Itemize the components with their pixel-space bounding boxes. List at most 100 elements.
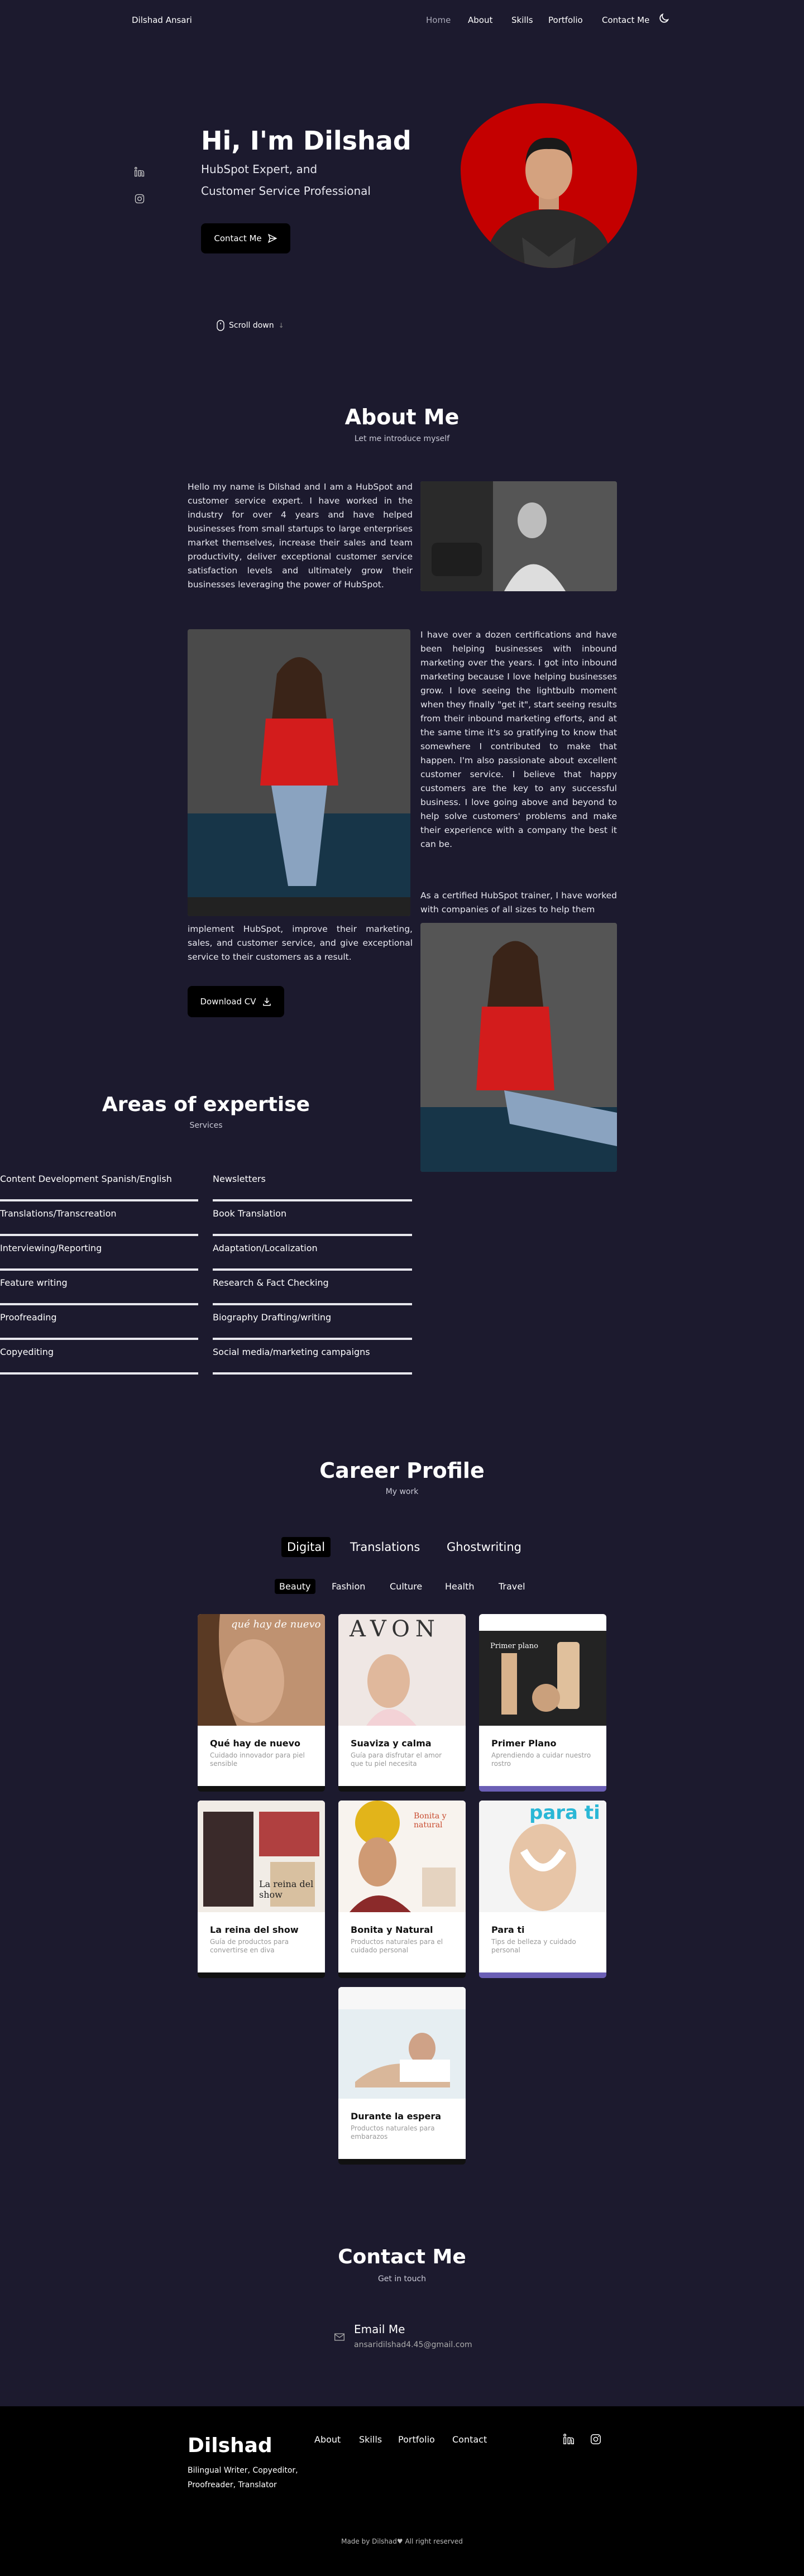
portfolio-card[interactable]: AVON Suaviza y calma Guía para disfrutar…	[338, 1614, 466, 1792]
subtab-beauty[interactable]: Beauty	[275, 1579, 315, 1594]
download-cv-button[interactable]: Download CV	[188, 986, 284, 1017]
email-label: Email Me	[354, 2323, 405, 2336]
card-image: La reina del show	[198, 1801, 325, 1912]
mail-icon	[334, 2333, 344, 2341]
expertise-title: Areas of expertise	[102, 1093, 310, 1116]
skill-item: Interviewing/Reporting	[0, 1236, 198, 1271]
card-image-text: para ti	[529, 1802, 600, 1824]
card-image	[338, 1987, 466, 2099]
hero-subtitle-1: HubSpot Expert, and	[201, 162, 318, 176]
about-photo-woman-seated	[420, 923, 617, 1172]
send-icon	[267, 233, 277, 243]
scroll-down[interactable]: Scroll down ↓	[217, 320, 284, 331]
portfolio-card[interactable]: qué hay de nuevo Qué hay de nuevo Cuidad…	[198, 1614, 325, 1792]
instagram-icon[interactable]	[134, 193, 145, 204]
portfolio-card[interactable]: La reina del show La reina del show Guía…	[198, 1801, 325, 1978]
skill-item: Content Development Spanish/English	[0, 1167, 198, 1201]
about-subtitle: Let me introduce myself	[354, 434, 450, 443]
portfolio-card[interactable]: para ti Para ti Tips de belleza y cuidad…	[479, 1801, 606, 1978]
linkedin-icon[interactable]	[134, 166, 145, 178]
card-image-text: AVON	[350, 1616, 441, 1642]
footer-link-skills[interactable]: Skills	[359, 2434, 382, 2445]
skill-item: Copyediting	[0, 1340, 198, 1375]
nav-home[interactable]: Home	[426, 15, 451, 25]
skill-item: Newsletters	[213, 1167, 412, 1201]
hero-subtitle-2: Customer Service Professional	[201, 184, 371, 198]
card-image-text: Primer plano	[490, 1642, 538, 1650]
card-title: Primer Plano	[491, 1738, 557, 1749]
card-image: Bonita y natural	[338, 1801, 466, 1912]
footer-tagline-2: Proofreader, Translator	[188, 2481, 277, 2489]
card-description: Productos naturales para el cuidado pers…	[351, 1938, 443, 1954]
footer-tagline-1: Bilingual Writer, Copyeditor,	[188, 2466, 298, 2475]
card-description: Aprendiendo a cuidar nuestro rostro	[491, 1751, 591, 1768]
expertise-subtitle: Services	[189, 1121, 223, 1130]
skill-item: Adaptation/Localization	[213, 1236, 412, 1271]
scroll-down-label: Scroll down	[229, 321, 274, 330]
portfolio-card[interactable]: Primer plano Primer Plano Aprendiendo a …	[479, 1614, 606, 1792]
career-subtitle: My work	[385, 1487, 419, 1496]
arrow-down-icon: ↓	[278, 322, 284, 329]
footer-instagram-icon[interactable]	[590, 2433, 602, 2445]
download-cv-label: Download CV	[200, 997, 256, 1007]
tab-digital[interactable]: Digital	[281, 1537, 331, 1557]
card-image: Primer plano	[479, 1614, 606, 1726]
skill-item: Biography Drafting/writing	[213, 1305, 412, 1340]
nav-skills[interactable]: Skills	[511, 15, 533, 25]
card-image: AVON	[338, 1614, 466, 1726]
skill-item: Proofreading	[0, 1305, 198, 1340]
nav-about[interactable]: About	[468, 15, 492, 25]
contact-title: Contact Me	[338, 2245, 466, 2268]
skill-item: Research & Fact Checking	[213, 1271, 412, 1305]
tab-translations[interactable]: Translations	[344, 1537, 425, 1557]
card-image-text: La reina del show	[259, 1879, 314, 1900]
card-title: Qué hay de nuevo	[210, 1738, 301, 1749]
about-title: About Me	[344, 405, 460, 429]
footer	[0, 2406, 804, 2576]
about-paragraph-3a: As a certified HubSpot trainer, I have w…	[420, 890, 617, 914]
hero-title: Hi, I'm Dilshad	[201, 126, 411, 156]
contact-me-label: Contact Me	[214, 233, 262, 243]
skill-item: Book Translation	[213, 1201, 412, 1236]
footer-credit: Made by Dilshad♥ All right reserved	[341, 2537, 463, 2545]
skill-item: Feature writing	[0, 1271, 198, 1305]
about-paragraph-3b: implement HubSpot, improve their marketi…	[188, 924, 413, 962]
email-address[interactable]: ansaridilshad4.45@gmail.com	[354, 2340, 472, 2349]
card-title: Para ti	[491, 1924, 525, 1935]
portfolio-card[interactable]: Durante la espera Productos naturales pa…	[338, 1987, 466, 2165]
card-title: Suaviza y calma	[351, 1738, 432, 1749]
career-title: Career Profile	[319, 1458, 485, 1483]
subtab-travel[interactable]: Travel	[494, 1579, 530, 1594]
hero-portrait	[461, 103, 637, 268]
skill-item: Translations/Transcreation	[0, 1201, 198, 1236]
card-image-text: qué hay de nuevo	[231, 1619, 321, 1630]
card-title: Durante la espera	[351, 2111, 442, 2122]
card-description: Cuidado innovador para piel sensible	[210, 1751, 305, 1768]
about-paragraph-1: Hello my name is Dilshad and I am a HubS…	[188, 482, 413, 590]
card-description: Productos naturales para embarazos	[351, 2124, 435, 2141]
footer-link-contact[interactable]: Contact	[452, 2434, 487, 2445]
mouse-icon	[217, 320, 224, 331]
footer-linkedin-icon[interactable]	[563, 2433, 575, 2445]
subtab-culture[interactable]: Culture	[385, 1579, 427, 1594]
card-description: Guía de productos para convertirse en di…	[210, 1938, 289, 1954]
card-description: Guía para disfrutar el amor que tu piel …	[351, 1751, 442, 1768]
tab-ghostwriting[interactable]: Ghostwriting	[441, 1537, 527, 1557]
footer-link-about[interactable]: About	[314, 2434, 341, 2445]
skill-item: Social media/marketing campaigns	[213, 1340, 412, 1375]
footer-name: Dilshad	[188, 2434, 272, 2457]
footer-link-portfolio[interactable]: Portfolio	[398, 2434, 435, 2445]
card-image: qué hay de nuevo	[198, 1614, 325, 1726]
contact-me-button[interactable]: Contact Me	[201, 223, 290, 253]
nav-portfolio[interactable]: Portfolio	[548, 15, 583, 25]
moon-icon[interactable]	[658, 12, 670, 25]
subtab-health[interactable]: Health	[441, 1579, 479, 1594]
card-title: Bonita y Natural	[351, 1924, 433, 1935]
subtab-fashion[interactable]: Fashion	[327, 1579, 370, 1594]
about-photo-man	[420, 481, 617, 591]
portfolio-card[interactable]: Bonita y natural Bonita y Natural Produc…	[338, 1801, 466, 1978]
brand[interactable]: Dilshad Ansari	[132, 15, 192, 25]
nav-contact[interactable]: Contact Me	[602, 15, 649, 25]
about-paragraph-2: I have over a dozen certifications and h…	[420, 630, 617, 849]
card-title: La reina del show	[210, 1924, 299, 1935]
